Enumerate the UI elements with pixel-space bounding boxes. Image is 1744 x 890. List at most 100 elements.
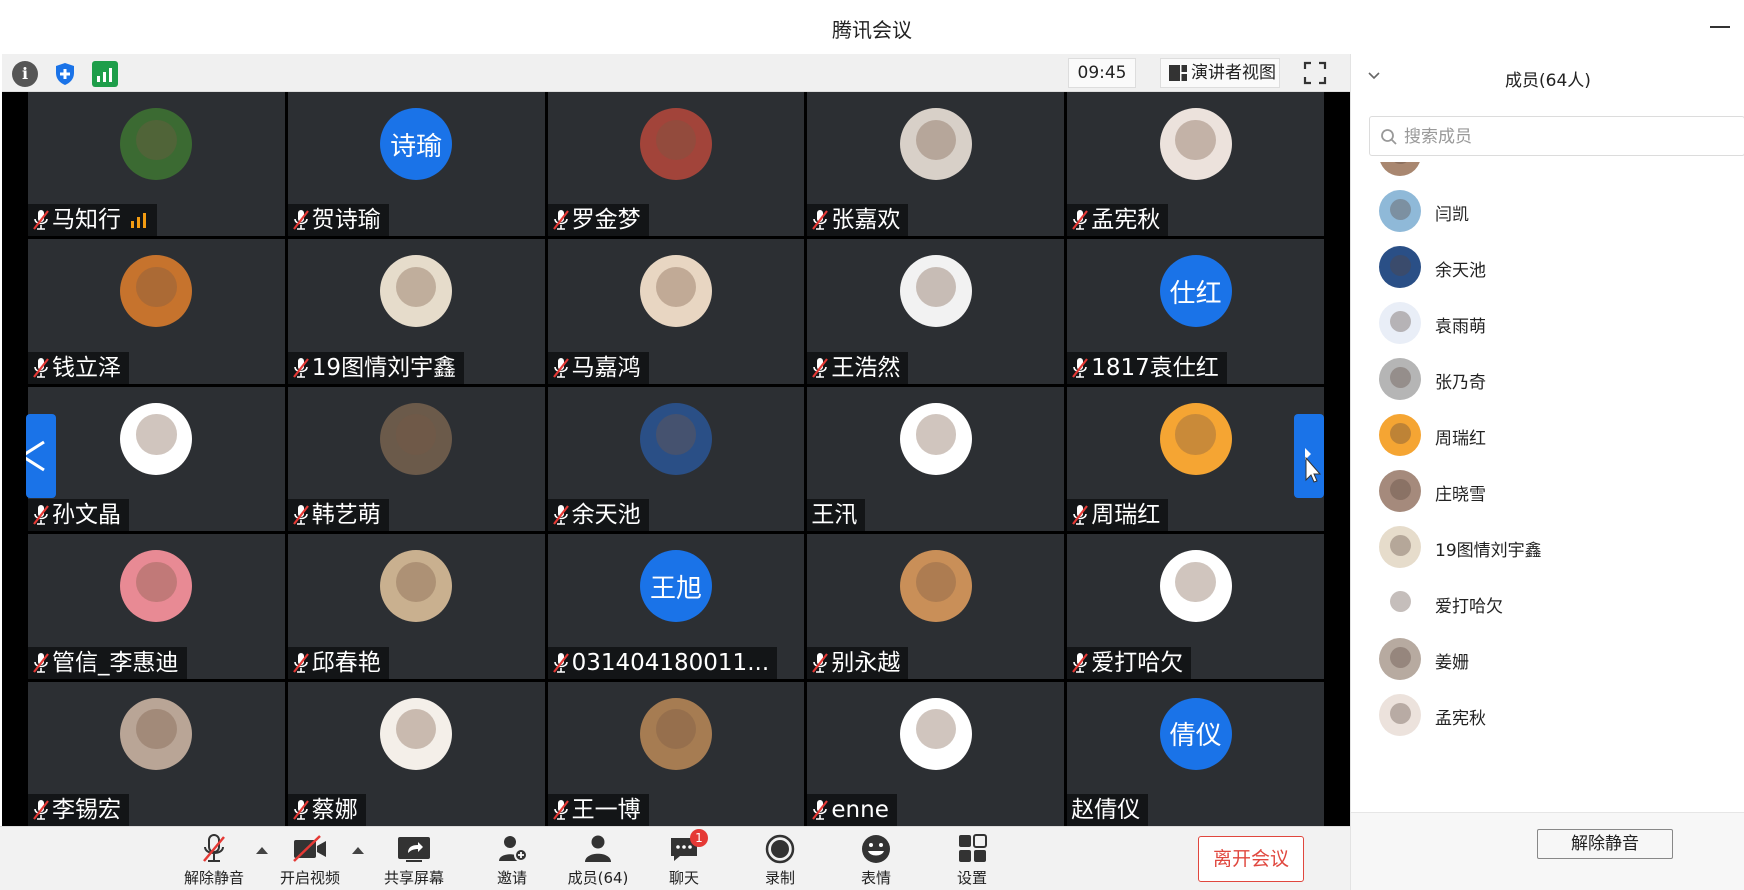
member-list-item[interactable]: 袁雨萌 — [1351, 294, 1744, 350]
member-search-input[interactable] — [1404, 123, 1734, 151]
member-avatar — [1379, 526, 1421, 568]
invite-button[interactable]: 邀请 — [474, 833, 550, 889]
fullscreen-icon[interactable] — [1302, 60, 1328, 86]
participant-tile[interactable]: 孙文晶 — [28, 386, 285, 532]
participant-avatar — [120, 255, 193, 328]
participant-tile[interactable]: 马嘉鸿 — [547, 239, 805, 384]
member-list-item[interactable]: 张乃奇 — [1351, 350, 1744, 406]
participant-avatar — [639, 108, 712, 180]
participant-tile[interactable]: 邱春艳 — [287, 534, 545, 679]
chevron-left-icon — [26, 440, 45, 472]
participant-tile[interactable]: 余天池 — [547, 386, 805, 532]
members-button[interactable]: 成员(64) — [560, 833, 636, 889]
participant-name: 王一博 — [571, 796, 641, 823]
chat-button[interactable]: 1 聊天 — [646, 829, 722, 889]
participant-tile[interactable]: 李锡宏 — [28, 681, 285, 826]
participant-name-bar: 别永越 — [807, 646, 909, 679]
participant-avatar — [1159, 402, 1232, 475]
audio-options-caret[interactable] — [256, 847, 268, 854]
participant-avatar — [899, 550, 972, 623]
participant-tile[interactable]: 孟宪秋 — [1067, 92, 1324, 237]
participant-tile[interactable]: 罗金梦 — [547, 92, 805, 237]
participant-name-bar: 张嘉欢 — [807, 204, 909, 237]
participant-tile[interactable]: 蔡娜 — [287, 681, 545, 826]
member-avatar — [1379, 302, 1421, 344]
participant-avatar — [639, 697, 712, 770]
member-avatar — [1379, 582, 1421, 624]
record-icon — [765, 834, 795, 864]
member-list-item[interactable]: 闫凯 — [1351, 182, 1744, 238]
leave-meeting-button[interactable]: 离开会议 — [1198, 836, 1304, 882]
shield-icon[interactable] — [52, 61, 78, 87]
participant-name-bar: 韩艺萌 — [287, 499, 389, 532]
participant-name-bar: 周瑞红 — [1067, 499, 1169, 532]
meeting-window: 腾讯会议 i 09:45 演讲者视图 马知行 诗瑜 贺诗瑜 罗金梦 张嘉欢 孟宪… — [0, 0, 1744, 890]
next-page-button[interactable] — [1294, 414, 1324, 498]
participant-tile[interactable]: 马知行 — [28, 92, 285, 237]
participant-tile[interactable]: 爱打哈欠 — [1067, 534, 1324, 679]
member-list-item[interactable]: 孟宪秋 — [1351, 686, 1744, 742]
participant-name-bar: 孙文晶 — [28, 499, 129, 532]
mic-muted-icon — [1072, 652, 1089, 673]
settings-button[interactable]: 设置 — [934, 833, 1010, 889]
reactions-button[interactable]: 表情 — [838, 833, 914, 889]
participant-tile[interactable]: 仕红 1817袁仕红 — [1067, 239, 1324, 384]
minimize-button[interactable] — [1706, 12, 1734, 36]
participant-tile[interactable]: 管信_李惠迪 — [28, 534, 285, 679]
participant-tile[interactable]: 倩仪 赵倩仪 — [1067, 681, 1324, 826]
member-list-item[interactable]: 19图情刘宇鑫 — [1351, 518, 1744, 574]
speaker-view-button[interactable]: 演讲者视图 — [1160, 58, 1280, 88]
participant-tile[interactable]: 张嘉欢 — [807, 92, 1065, 237]
members-panel-title: 成员(64人) — [1505, 71, 1591, 91]
member-name: 19图情刘宇鑫 — [1435, 541, 1542, 561]
participant-name: 钱立泽 — [52, 354, 121, 381]
start-video-button[interactable]: 开启视频 — [272, 833, 348, 889]
participant-name: 余天池 — [571, 502, 641, 529]
participant-avatar — [120, 108, 193, 180]
participant-avatar — [639, 255, 712, 328]
member-avatar — [1379, 470, 1421, 512]
record-label: 录制 — [764, 869, 795, 887]
participant-tile[interactable]: 王一博 — [547, 681, 805, 826]
member-list-item[interactable]: 余天池 — [1351, 238, 1744, 294]
previous-page-button[interactable] — [26, 414, 56, 498]
member-list-item[interactable] — [1351, 162, 1744, 182]
participant-tile[interactable]: 韩艺萌 — [287, 386, 545, 532]
member-search[interactable] — [1369, 116, 1744, 156]
participant-tile[interactable]: 王浩然 — [807, 239, 1065, 384]
info-icon[interactable]: i — [12, 61, 38, 87]
participant-tile[interactable]: 别永越 — [807, 534, 1065, 679]
participant-tile[interactable]: 19图情刘宇鑫 — [287, 239, 545, 384]
participant-name: 孙文晶 — [52, 502, 121, 529]
participant-name: 爱打哈欠 — [1091, 649, 1184, 676]
member-list-item[interactable]: 周瑞红 — [1351, 406, 1744, 462]
participant-name: 马嘉鸿 — [571, 354, 641, 381]
participant-tile[interactable]: 钱立泽 — [28, 239, 285, 384]
member-list-item[interactable]: 爱打哈欠 — [1351, 574, 1744, 630]
participant-tile[interactable]: 王汛 — [807, 386, 1065, 532]
unmute-all-button[interactable]: 解除静音 — [1537, 829, 1673, 859]
member-list-item[interactable]: 庄晓雪 — [1351, 462, 1744, 518]
participant-name-bar: 管信_李惠迪 — [28, 646, 187, 679]
members-panel-header: 成员(64人) — [1351, 54, 1744, 98]
participant-name-bar: 19图情刘宇鑫 — [287, 351, 465, 384]
participant-name-bar: 贺诗瑜 — [287, 204, 389, 237]
member-list-item[interactable]: 姜姗 — [1351, 630, 1744, 686]
participant-name: 别永越 — [831, 649, 901, 676]
unmute-button[interactable]: 解除静音 — [176, 833, 252, 889]
participant-tile[interactable]: 王旭 031404180011... — [547, 534, 805, 679]
participant-avatar: 诗瑜 — [380, 108, 453, 180]
signal-icon[interactable] — [92, 61, 118, 87]
participant-tile[interactable]: 诗瑜贺诗瑜 — [287, 92, 545, 237]
video-options-caret[interactable] — [352, 847, 364, 854]
participant-name: 蔡娜 — [311, 796, 358, 823]
participant-tile[interactable]: enne — [807, 681, 1065, 826]
participant-name-bar: 马知行 — [28, 204, 157, 237]
participant-name: 031404180011... — [571, 649, 770, 676]
participant-name-bar: enne — [807, 793, 897, 826]
participant-tile[interactable]: 周瑞红 — [1067, 386, 1324, 532]
mic-muted-icon — [552, 357, 569, 378]
share-screen-button[interactable]: 共享屏幕 — [376, 833, 452, 889]
record-button[interactable]: 录制 — [742, 833, 818, 889]
participant-avatar — [899, 255, 972, 328]
